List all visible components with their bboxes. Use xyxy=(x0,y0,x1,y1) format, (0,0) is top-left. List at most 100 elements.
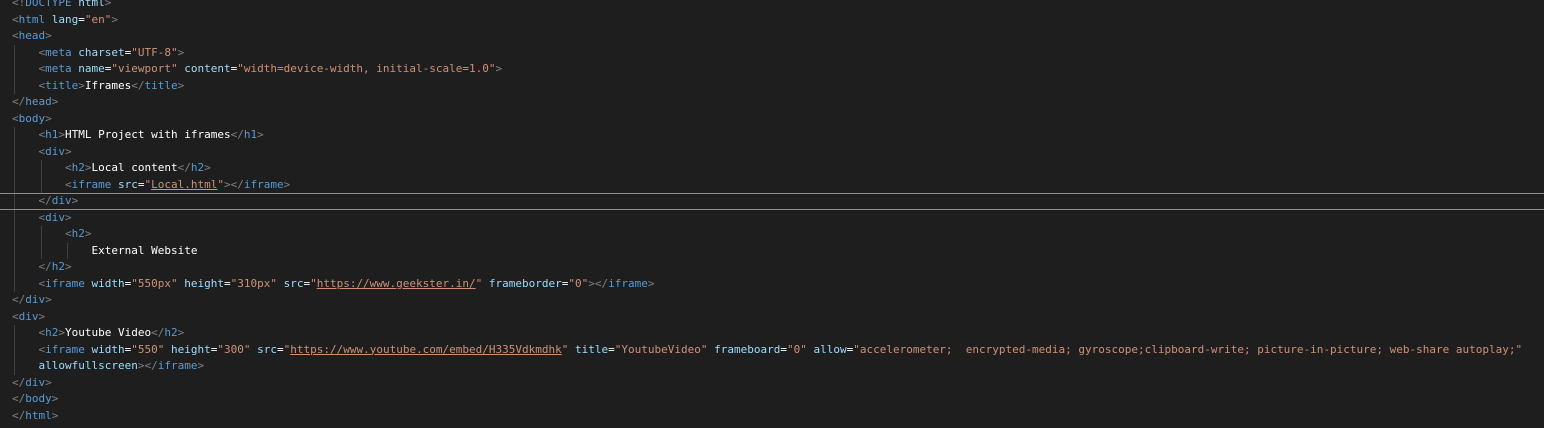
code-line[interactable]: <div> xyxy=(12,209,1544,226)
code-line-content: <h2> xyxy=(65,227,92,240)
code-token: "310px" xyxy=(230,276,277,290)
code-token: > xyxy=(197,359,205,372)
code-line[interactable]: <meta name="viewport" content="width=dev… xyxy=(12,61,1544,78)
code-line-content: </head> xyxy=(12,95,58,108)
code-line[interactable]: <title>Iframes</title> xyxy=(12,77,1544,94)
code-token: div xyxy=(18,309,39,323)
code-token: > xyxy=(257,128,264,141)
code-token: html xyxy=(18,12,46,26)
code-token: div xyxy=(25,375,46,389)
code-token: src xyxy=(111,177,138,191)
code-line-content: <iframe width="550px" height="310px" src… xyxy=(39,277,655,290)
code-token: > xyxy=(65,210,72,224)
indent-guide xyxy=(14,143,15,160)
code-line-content: <body> xyxy=(12,112,52,125)
code-token: Iframes xyxy=(84,78,132,92)
code-token: > xyxy=(58,128,65,141)
code-token: body xyxy=(18,111,46,125)
code-line[interactable]: </body> xyxy=(12,391,1544,408)
code-token: "width=device-width, initial-scale=1.0" xyxy=(237,62,496,75)
code-token: <! xyxy=(12,0,26,9)
code-line[interactable]: <!DOCTYPE html> xyxy=(12,0,1544,12)
code-line[interactable]: </html> xyxy=(12,408,1544,425)
code-token: > xyxy=(204,161,211,174)
code-token: meta xyxy=(45,45,72,59)
code-token: > xyxy=(177,45,185,59)
code-line[interactable]: External Website xyxy=(12,242,1544,259)
code-lines[interactable]: <!DOCTYPE html> <html lang="en"> <head> <me… xyxy=(0,0,1544,425)
code-line[interactable]: <h2>Local content</h2> xyxy=(12,160,1544,177)
code-token[interactable]: Local.html xyxy=(151,178,217,191)
code-token: div xyxy=(45,144,65,158)
code-line[interactable]: <html lang="en"> xyxy=(12,12,1544,29)
code-line[interactable]: </head> xyxy=(12,94,1544,111)
code-token: < xyxy=(12,309,19,323)
code-token: h2 xyxy=(71,161,85,174)
code-line[interactable]: allowfullscreen></iframe> xyxy=(12,358,1544,375)
code-token: > xyxy=(84,227,92,240)
indent-guide xyxy=(14,341,15,358)
code-line-content: <div> xyxy=(12,310,45,323)
code-token: </ xyxy=(131,78,145,92)
code-token: "viewport" xyxy=(111,62,178,75)
code-token: content xyxy=(177,62,231,75)
code-line[interactable]: <head> xyxy=(12,28,1544,45)
code-token: > xyxy=(38,309,46,323)
code-line[interactable]: <body> xyxy=(12,111,1544,128)
code-token: "550" xyxy=(131,342,165,356)
code-token: </ xyxy=(38,260,52,273)
code-line[interactable]: <iframe width="550" height="300" src="ht… xyxy=(12,341,1544,358)
code-token: > xyxy=(111,12,118,26)
code-token: </ xyxy=(177,161,191,174)
code-line[interactable]: </div> xyxy=(0,193,1544,210)
code-token[interactable]: https://www.youtube.com/embed/H335Vdkmdh… xyxy=(290,343,562,356)
code-line-content: External Website xyxy=(92,244,198,257)
code-token: height xyxy=(177,276,224,290)
code-line[interactable]: </div> xyxy=(12,375,1544,392)
code-token: iframe xyxy=(71,177,112,191)
code-line[interactable]: <h2> xyxy=(12,226,1544,243)
code-line[interactable]: </div> xyxy=(12,292,1544,309)
code-token: > xyxy=(647,276,655,290)
code-line[interactable]: <iframe src="Local.html"></iframe> xyxy=(12,176,1544,193)
code-token: HTML Project with iframes xyxy=(65,128,231,141)
code-token: meta xyxy=(45,62,72,75)
indent-guide xyxy=(14,44,15,61)
code-token: h1 xyxy=(45,128,59,141)
code-line[interactable]: <iframe width="550px" height="310px" src… xyxy=(12,275,1544,292)
code-token: = xyxy=(608,342,615,356)
code-line[interactable]: <div> xyxy=(12,309,1544,326)
code-token: h2 xyxy=(71,227,85,240)
code-line[interactable]: <meta charset="UTF-8"> xyxy=(12,44,1544,61)
code-line[interactable]: <h1>HTML Project with iframes</h1> xyxy=(12,127,1544,144)
code-token: > xyxy=(104,0,112,9)
code-token: height xyxy=(164,342,211,356)
code-token: body xyxy=(25,392,52,405)
code-line-content: <meta name="viewport" content="width=dev… xyxy=(39,62,503,75)
code-line[interactable]: <h2>Youtube Video</h2> xyxy=(12,325,1544,342)
code-line[interactable]: <div> xyxy=(12,143,1544,160)
indent-guide xyxy=(14,226,15,243)
code-token: width xyxy=(84,276,125,290)
code-line[interactable]: </h2> xyxy=(12,259,1544,276)
indent-guide xyxy=(40,226,42,243)
code-token: html xyxy=(25,408,52,422)
code-line-content: <title>Iframes</title> xyxy=(39,79,185,92)
code-token[interactable]: https://www.geekster.in/ xyxy=(317,277,476,290)
code-line-content: </div> xyxy=(39,194,79,207)
code-token: lang xyxy=(45,12,79,26)
code-line-content: </h2> xyxy=(39,260,72,273)
code-token: > xyxy=(283,177,291,191)
code-line-content: allowfullscreen></iframe> xyxy=(39,359,205,372)
code-line-content: <meta charset="UTF-8"> xyxy=(39,46,185,59)
code-editor[interactable]: <!DOCTYPE html> <html lang="en"> <head> <me… xyxy=(0,0,1544,428)
code-token: = xyxy=(276,342,284,356)
indent-guide xyxy=(14,176,15,193)
code-line-content: </div> xyxy=(12,376,52,389)
indent-guide xyxy=(40,160,42,177)
code-token: title xyxy=(45,78,79,92)
code-token: </ xyxy=(230,128,244,141)
code-line-content: <html lang="en"> xyxy=(12,13,118,26)
code-token: h1 xyxy=(243,128,258,141)
code-token: ></ xyxy=(137,359,158,372)
